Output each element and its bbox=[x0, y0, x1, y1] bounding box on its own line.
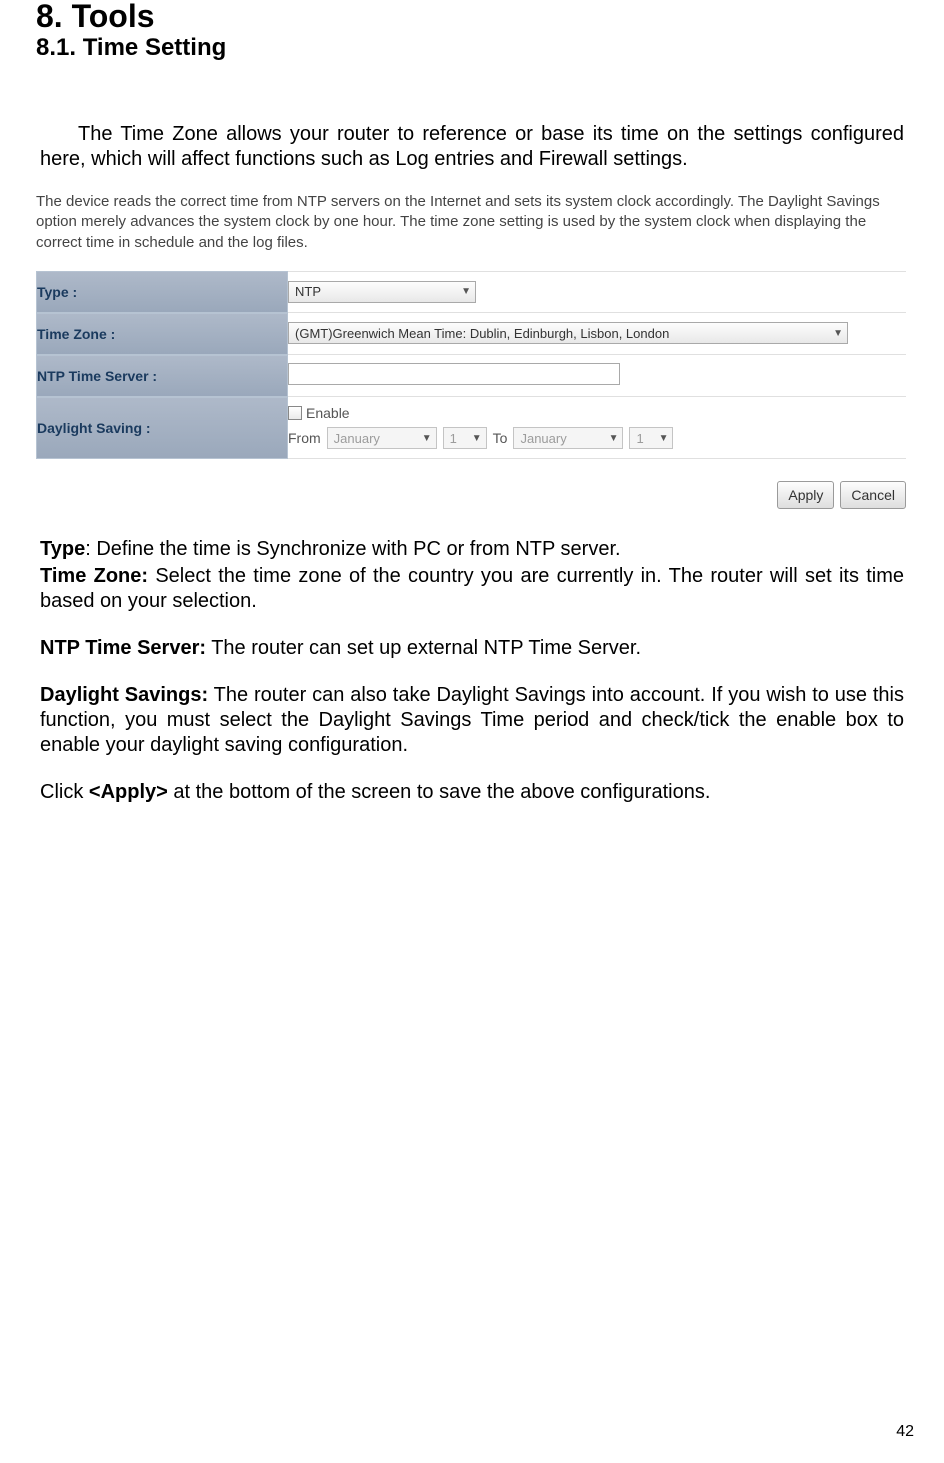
to-month-dropdown[interactable]: January ▼ bbox=[513, 427, 623, 449]
def-daylight-label: Daylight Savings: bbox=[40, 684, 208, 706]
to-label: To bbox=[493, 430, 508, 446]
from-month-value: January bbox=[334, 431, 380, 446]
chevron-down-icon: ▼ bbox=[422, 433, 432, 444]
from-day-value: 1 bbox=[450, 431, 457, 446]
definitions-block: Type: Define the time is Synchronize wit… bbox=[36, 537, 908, 805]
heading-tools: 8. Tools bbox=[36, 0, 908, 32]
def-ntp: NTP Time Server: The router can set up e… bbox=[40, 636, 904, 661]
intro-paragraph: The Time Zone allows your router to refe… bbox=[36, 122, 908, 172]
label-ntp: NTP Time Server : bbox=[36, 355, 288, 397]
def-type-label: Type bbox=[40, 538, 85, 560]
def-daylight: Daylight Savings: The router can also ta… bbox=[40, 683, 904, 758]
label-daylight: Daylight Saving : bbox=[36, 397, 288, 459]
row-ntp: NTP Time Server : bbox=[36, 355, 906, 397]
timezone-value: (GMT)Greenwich Mean Time: Dublin, Edinbu… bbox=[295, 326, 669, 341]
def-click-post: at the bottom of the screen to save the … bbox=[168, 781, 711, 803]
config-screenshot: The device reads the correct time from N… bbox=[36, 192, 906, 509]
screenshot-description: The device reads the correct time from N… bbox=[36, 192, 906, 253]
to-day-dropdown[interactable]: 1 ▼ bbox=[629, 427, 673, 449]
label-type: Type : bbox=[36, 271, 288, 313]
from-month-dropdown[interactable]: January ▼ bbox=[327, 427, 437, 449]
row-timezone: Time Zone : (GMT)Greenwich Mean Time: Du… bbox=[36, 313, 906, 355]
chevron-down-icon: ▼ bbox=[609, 433, 619, 444]
def-click-pre: Click bbox=[40, 781, 89, 803]
from-day-dropdown[interactable]: 1 ▼ bbox=[443, 427, 487, 449]
def-type-text: : Define the time is Synchronize with PC… bbox=[85, 538, 620, 560]
daylight-enable-label: Enable bbox=[306, 405, 350, 421]
page-number: 42 bbox=[896, 1423, 914, 1441]
daylight-enable-checkbox[interactable] bbox=[288, 406, 302, 420]
cancel-button[interactable]: Cancel bbox=[840, 481, 906, 509]
ntp-server-input[interactable] bbox=[288, 363, 620, 385]
button-bar: Apply Cancel bbox=[36, 481, 906, 509]
def-click-bold: <Apply> bbox=[89, 781, 168, 803]
chevron-down-icon: ▼ bbox=[659, 433, 669, 444]
def-ntp-text: The router can set up external NTP Time … bbox=[206, 637, 641, 659]
def-timezone-label: Time Zone: bbox=[40, 565, 148, 587]
chevron-down-icon: ▼ bbox=[833, 328, 843, 339]
type-value: NTP bbox=[295, 284, 321, 299]
def-timezone-text: Select the time zone of the country you … bbox=[40, 565, 904, 612]
chevron-down-icon: ▼ bbox=[472, 433, 482, 444]
chevron-down-icon: ▼ bbox=[461, 286, 471, 297]
def-click: Click <Apply> at the bottom of the scree… bbox=[40, 780, 904, 805]
to-day-value: 1 bbox=[636, 431, 643, 446]
intro-text: The Time Zone allows your router to refe… bbox=[40, 123, 904, 170]
type-dropdown[interactable]: NTP ▼ bbox=[288, 281, 476, 303]
label-timezone: Time Zone : bbox=[36, 313, 288, 355]
from-label: From bbox=[288, 430, 321, 446]
to-month-value: January bbox=[520, 431, 566, 446]
def-timezone: Time Zone: Select the time zone of the c… bbox=[40, 564, 904, 614]
heading-time-setting: 8.1. Time Setting bbox=[36, 36, 908, 60]
apply-button[interactable]: Apply bbox=[777, 481, 834, 509]
timezone-dropdown[interactable]: (GMT)Greenwich Mean Time: Dublin, Edinbu… bbox=[288, 322, 848, 344]
def-type: Type: Define the time is Synchronize wit… bbox=[40, 537, 904, 562]
settings-table: Type : NTP ▼ Time Zone : (GMT)Greenwich … bbox=[36, 271, 906, 459]
row-type: Type : NTP ▼ bbox=[36, 271, 906, 313]
def-ntp-label: NTP Time Server: bbox=[40, 637, 206, 659]
row-daylight: Daylight Saving : Enable From January ▼ bbox=[36, 397, 906, 459]
